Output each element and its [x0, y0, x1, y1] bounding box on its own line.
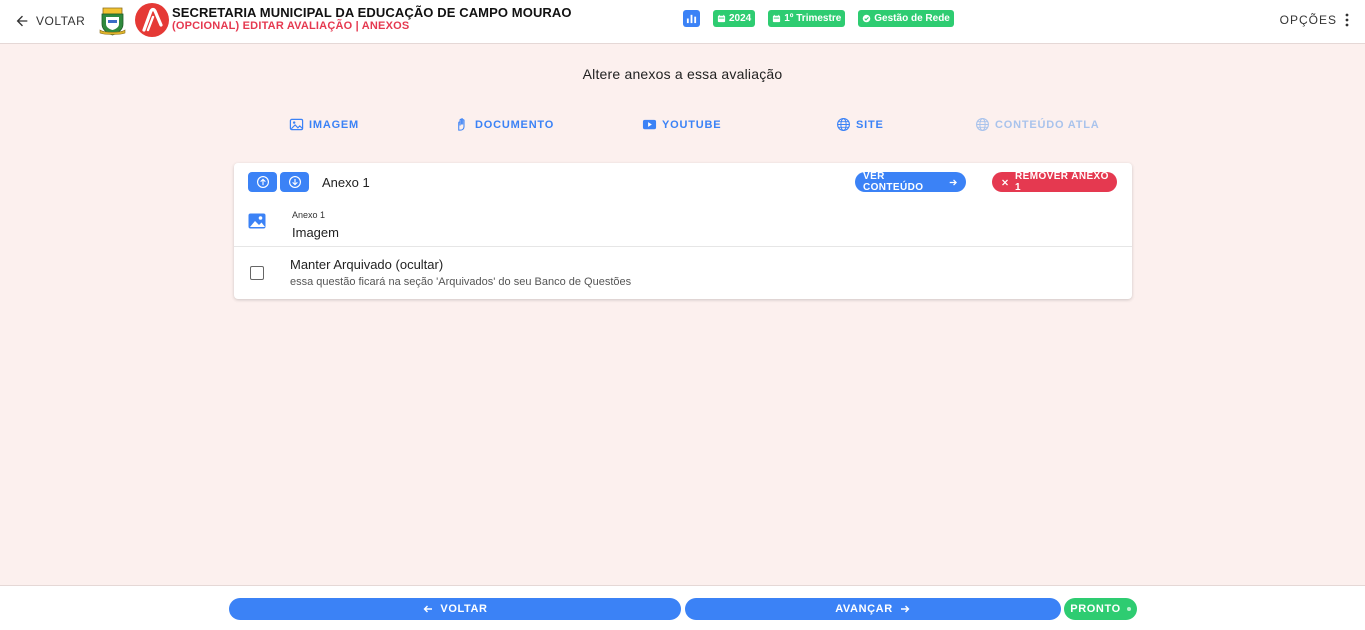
add-document-tab[interactable]: DOCUMENTO: [455, 117, 554, 132]
header-back-label: VOLTAR: [36, 14, 86, 28]
footer-next-label: AVANÇAR: [835, 603, 893, 615]
arrow-right-icon: [900, 605, 910, 613]
calendar-icon: [773, 14, 781, 23]
scope-chip-label: Gestão de Rede: [874, 13, 950, 24]
year-chip[interactable]: 2024: [713, 10, 756, 27]
bar-chart-icon: [686, 14, 697, 24]
city-crest-icon: [99, 7, 126, 36]
footer-next-button[interactable]: AVANÇAR: [685, 598, 1061, 620]
header-back-button[interactable]: VOLTAR: [14, 13, 85, 29]
add-youtube-tab[interactable]: YOUTUBE: [642, 117, 721, 132]
page-title: SECRETARIA MUNICIPAL DA EDUCAÇÃO DE CAMP…: [172, 5, 572, 20]
attachment-type-select[interactable]: Imagem: [292, 225, 339, 240]
brand-mark-icon: [142, 7, 163, 32]
ready-button[interactable]: PRONTO: [1064, 598, 1137, 620]
attachment-title: Anexo 1: [322, 175, 370, 190]
archive-checkbox-label[interactable]: Manter Arquivado (ocultar): [290, 257, 443, 272]
card-divider: [234, 246, 1132, 247]
arrow-down-circle-icon: [288, 176, 301, 188]
more-vertical-icon: [1345, 13, 1349, 27]
section-heading: Altere anexos a essa avaliação: [582, 66, 783, 82]
period-chip[interactable]: 1º Trimestre: [768, 10, 846, 27]
close-icon: [1002, 179, 1008, 185]
image-icon: [289, 118, 304, 131]
brand-logo: [135, 3, 169, 37]
add-document-label: DOCUMENTO: [475, 118, 555, 131]
attachment-card: Anexo 1 VER CONTEÚDO REMOVER ANEXO 1 Ane…: [234, 163, 1132, 299]
check-shield-icon: [863, 14, 871, 23]
add-image-label: IMAGEM: [309, 118, 360, 131]
add-image-tab[interactable]: IMAGEM: [289, 117, 359, 132]
globe-icon: [976, 118, 989, 131]
top-bar: VOLTAR SECRETARIA MUNICIPAL DA EDUCAÇÃO …: [0, 0, 1365, 44]
remove-attachment-label: REMOVER ANEXO 1: [1015, 171, 1109, 193]
remove-attachment-button[interactable]: REMOVER ANEXO 1: [992, 171, 1117, 193]
add-site-label: SITE: [856, 118, 884, 131]
page-subtitle: (OPCIONAL) EDITAR AVALIAÇÃO | ANEXOS: [172, 20, 410, 32]
context-chips: 2024 1º Trimestre Gestão de Rede: [683, 10, 954, 27]
arrow-left-icon: [423, 605, 433, 613]
add-atla-content-tab[interactable]: CONTEÚDO ATLA: [975, 117, 1100, 132]
footer-bar: VOLTAR AVANÇAR PRONTO: [0, 585, 1365, 630]
calendar-icon: [717, 14, 726, 23]
arrow-up-circle-icon: [256, 176, 269, 188]
options-label: OPÇÕES: [1279, 13, 1337, 27]
footer-back-button[interactable]: VOLTAR: [229, 598, 681, 620]
add-site-tab[interactable]: SITE: [836, 117, 884, 132]
youtube-icon: [642, 119, 657, 130]
globe-icon: [837, 118, 850, 131]
options-menu-button[interactable]: OPÇÕES: [1280, 13, 1349, 27]
year-chip-label: 2024: [729, 13, 752, 24]
scope-chip[interactable]: Gestão de Rede: [858, 10, 954, 27]
view-content-label: VER CONTEÚDO: [863, 171, 924, 193]
view-content-button[interactable]: VER CONTEÚDO: [855, 171, 966, 193]
add-youtube-label: YOUTUBE: [662, 118, 722, 131]
stats-button[interactable]: [683, 10, 700, 27]
period-chip-label: 1º Trimestre: [784, 13, 842, 24]
move-up-button[interactable]: [248, 172, 277, 192]
ready-label: PRONTO: [1070, 603, 1121, 615]
add-atla-content-label: CONTEÚDO ATLA: [995, 118, 1100, 131]
attachment-type-label: Anexo 1: [292, 210, 326, 220]
status-dot: [1126, 607, 1131, 611]
image-type-icon: [248, 213, 266, 229]
move-down-button[interactable]: [280, 172, 309, 192]
footer-back-label: VOLTAR: [440, 603, 488, 615]
hand-document-icon: [458, 118, 465, 131]
arrow-right-icon: [949, 179, 957, 185]
archive-checkbox[interactable]: [250, 266, 264, 280]
title-block: SECRETARIA MUNICIPAL DA EDUCAÇÃO DE CAMP…: [172, 5, 572, 33]
archive-help-text: essa questão ficará na seção 'Arquivados…: [290, 276, 632, 288]
arrow-left-icon: [16, 15, 28, 27]
